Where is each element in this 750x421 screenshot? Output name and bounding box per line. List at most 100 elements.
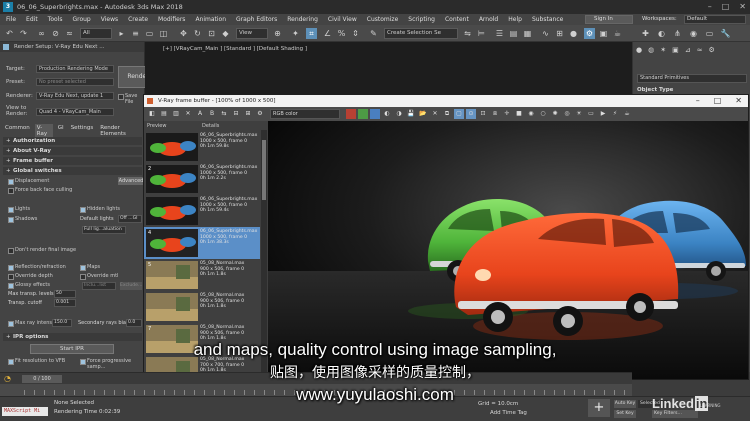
redo-icon[interactable]: ↷ [18, 28, 29, 39]
percent-snap-icon[interactable]: % [336, 28, 347, 39]
object-category-dropdown[interactable]: Standard Primitives [637, 74, 747, 83]
scene-explorer-icon[interactable]: ☰ [494, 28, 505, 39]
menu-scripting[interactable]: Scripting [408, 16, 435, 23]
full-lighting-evaluation-dropdown[interactable]: Full lig...aluation [82, 226, 126, 234]
helpers-icon[interactable]: ⊿ [685, 46, 691, 54]
maps-checkbox[interactable]: Maps [80, 264, 100, 271]
vfb-minimize-icon[interactable]: – [696, 95, 700, 107]
history-item[interactable]: 05_08_Normal.max 900 x 506, frame 0 0h 1m … [144, 291, 260, 323]
rendered-frame-window-icon[interactable]: ▣ [598, 28, 609, 39]
move-icon[interactable]: ✥ [178, 28, 189, 39]
compare-b-icon[interactable]: B [207, 109, 217, 119]
unlink-icon[interactable]: ⊘ [50, 28, 61, 39]
exclude-button[interactable]: Exclude... [120, 282, 142, 290]
rollout-global-switches[interactable]: Global switches [3, 167, 142, 175]
rollout-authorization[interactable]: Authorization [3, 137, 142, 145]
shapes-icon[interactable]: ◍ [648, 46, 654, 54]
vfb-close-icon[interactable]: ✕ [735, 95, 742, 107]
menu-content[interactable]: Content [445, 16, 469, 23]
glossy-effects-checkbox[interactable]: Glossy effects [8, 282, 50, 289]
menu-civil-view[interactable]: Civil View [328, 16, 357, 23]
sign-in-button[interactable]: Sign In [585, 15, 633, 24]
history-item[interactable]: 06_06_Superbrights.max 1000 x 500, frame … [144, 131, 260, 163]
track-mouse-icon[interactable]: ✛ [502, 109, 512, 119]
ribbon-icon[interactable]: ▦ [522, 28, 533, 39]
edit-named-sets-icon[interactable]: ✎ [368, 28, 379, 39]
maxscript-listener[interactable]: MAXScript Mi [2, 407, 48, 416]
save-image-icon[interactable]: 💾 [406, 109, 416, 119]
menu-edit[interactable]: Edit [26, 16, 38, 23]
camera-viewport[interactable]: [+] [VRayCam_Main ] [Standard ] [Default… [145, 42, 632, 98]
region-render-icon[interactable]: ▢ [454, 109, 464, 119]
advanced-mode-button[interactable]: Advanced [118, 177, 144, 185]
geometry-icon[interactable]: ● [636, 46, 642, 54]
layer-explorer-icon[interactable]: ▤ [508, 28, 519, 39]
selection-filter-dropdown[interactable]: All [80, 28, 112, 39]
systems-icon[interactable]: ⚙ [708, 46, 714, 54]
menu-group[interactable]: Group [72, 16, 90, 23]
duplicate-icon[interactable]: ⧉ [442, 109, 452, 119]
tab-vray[interactable]: V-Ray [34, 124, 53, 138]
menu-file[interactable]: File [6, 16, 16, 23]
menu-graph-editors[interactable]: Graph Editors [236, 16, 277, 23]
render-region-icon[interactable]: ▭ [586, 109, 596, 119]
vfb-maximize-icon[interactable]: □ [714, 95, 722, 107]
include-list-dropdown[interactable]: Inclu...list [82, 282, 116, 290]
teapot-render-icon[interactable]: ☕ [622, 109, 632, 119]
transp-cutoff-field[interactable]: 0.001 [54, 299, 76, 307]
save-history-icon[interactable]: ▤ [159, 109, 169, 119]
renderer-dropdown[interactable]: V-Ray Edu Next, update 1 [36, 92, 114, 100]
red-channel-icon[interactable] [346, 109, 356, 119]
dont-render-final-image-checkbox[interactable]: Don't render final image [8, 247, 76, 254]
material-editor-icon[interactable]: ● [568, 28, 579, 39]
object-type-rollout[interactable]: Object Type [637, 87, 747, 93]
rect-selection-icon[interactable]: ▭ [144, 28, 155, 39]
align-icon[interactable]: ⊨ [476, 28, 487, 39]
pivot-center-icon[interactable]: ⊕ [272, 28, 283, 39]
set-b-icon[interactable]: ⊞ [243, 109, 253, 119]
select-object-icon[interactable]: ▸ [116, 28, 127, 39]
create-tab-icon[interactable]: ✚ [640, 28, 651, 39]
lut-icon[interactable]: ◎ [562, 109, 572, 119]
snaps-toggle-icon[interactable]: ⌗ [306, 28, 317, 39]
render-icon[interactable]: ⚡ [610, 109, 620, 119]
remove-history-icon[interactable]: ✕ [183, 109, 193, 119]
key-filters-button[interactable]: Key Filters... [652, 410, 698, 418]
load-history-icon[interactable]: ▥ [171, 109, 181, 119]
display-tab-icon[interactable]: ▭ [704, 28, 715, 39]
override-depth-checkbox[interactable]: Override depth [8, 273, 53, 280]
utilities-tab-icon[interactable]: 🔧 [720, 28, 731, 39]
menu-animation[interactable]: Animation [195, 16, 226, 23]
named-selection-sets-dropdown[interactable]: Create Selection Se [384, 28, 458, 39]
cameras-icon[interactable]: ▣ [672, 46, 679, 54]
window-crossing-icon[interactable]: ◫ [158, 28, 169, 39]
hidden-lights-checkbox[interactable]: Hidden lights [80, 206, 120, 213]
add-time-tag-button[interactable]: Add Time Tag [490, 410, 527, 416]
max-ray-intens-checkbox[interactable]: Max ray intens. [8, 320, 54, 327]
workspaces-dropdown[interactable]: Default [684, 15, 746, 24]
motion-tab-icon[interactable]: ◉ [688, 28, 699, 39]
minimize-icon[interactable]: – [708, 2, 712, 11]
rollout-about-vray[interactable]: About V-Ray [3, 147, 142, 155]
link-icon[interactable]: ∞ [36, 28, 47, 39]
clear-image-icon[interactable]: ✕ [430, 109, 440, 119]
compare-toggle-icon[interactable]: ⇆ [219, 109, 229, 119]
preset-dropdown[interactable]: No preset selected [36, 78, 114, 86]
stop-ipr-icon[interactable]: ○ [538, 109, 548, 119]
history-item[interactable]: 06_06_Superbrights.max 1000 x 500, frame … [144, 195, 260, 227]
start-ipr-icon[interactable]: ◉ [526, 109, 536, 119]
view-to-render-dropdown[interactable]: Quad 4 - VRayCam_Main [36, 108, 114, 116]
default-lights-dropdown[interactable]: Off ...GI [118, 215, 142, 223]
menu-create[interactable]: Create [128, 16, 148, 23]
place-icon[interactable]: ◆ [220, 28, 231, 39]
set-key-button[interactable]: Set Key [614, 410, 636, 418]
select-manipulate-icon[interactable]: ✦ [290, 28, 301, 39]
link-3dsmax-icon[interactable]: ⧈ [490, 109, 500, 119]
menu-arnold[interactable]: Arnold [479, 16, 498, 23]
menu-views[interactable]: Views [101, 16, 118, 23]
force-back-face-culling-checkbox[interactable]: Force back face culling [8, 187, 72, 194]
rollout-frame-buffer[interactable]: Frame buffer [3, 157, 142, 165]
maximize-icon[interactable]: □ [722, 2, 730, 11]
tab-gi[interactable]: GI [56, 124, 66, 138]
select-by-name-icon[interactable]: ≡ [130, 28, 141, 39]
